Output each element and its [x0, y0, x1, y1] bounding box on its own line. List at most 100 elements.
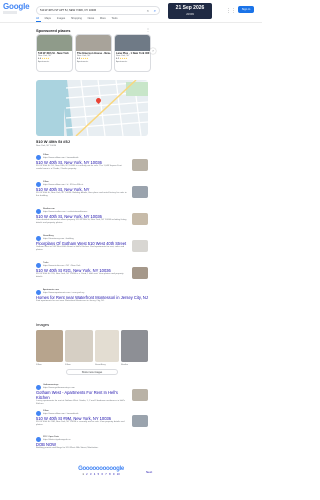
result-description: Luxury apartments for rent at Gotham Wes… [36, 400, 126, 405]
sponsored-card[interactable]: Lane Plus - 1 New York 400 New York, NY … [114, 34, 151, 72]
sponsored-card[interactable]: 510 W 40th St - New York New York, NY 4.… [36, 34, 73, 72]
sponsored-card-image [37, 35, 72, 51]
search-bar[interactable]: 510 W 40TH ST APT 5J, NEW YORK, NY 10036… [36, 6, 160, 15]
image-result[interactable] [95, 330, 119, 362]
page-number[interactable]: 9 [113, 473, 114, 476]
site-favicon-icon [36, 384, 41, 390]
image-label: Zillow [36, 364, 42, 366]
next-label: Next [146, 470, 153, 474]
rating-value: 4.5 [77, 58, 81, 61]
star-icon: ★★★★ [80, 58, 89, 61]
sponsored-card-image [115, 35, 150, 51]
sponsored-card[interactable]: The Emerson House - New... New York, NY … [75, 34, 112, 72]
page-numbers: 1 2 3 4 5 6 7 8 9 10 [56, 473, 146, 477]
tab-tools[interactable]: Tools [112, 17, 118, 20]
search-result: Zillow https://www.zillow.com › homedetai… [36, 154, 148, 171]
result-thumbnail[interactable] [132, 159, 148, 171]
site-favicon-icon [36, 181, 41, 187]
tab-more[interactable]: More [100, 17, 106, 20]
star-icon: ★★★★ [119, 58, 128, 61]
tab-shopping[interactable]: Shopping [71, 17, 82, 20]
result-description: 510 W 40th St #5J, New York, NY 10036 is… [36, 165, 122, 170]
apps-icon[interactable]: ⋮⋮ [226, 8, 236, 14]
map-address-title: 510 W 40th St #5J [36, 139, 70, 144]
pagination: Goooooooooogle 1 2 3 4 5 6 7 8 9 10 [56, 466, 146, 482]
result-thumbnail[interactable] [132, 415, 148, 427]
tab-maps[interactable]: Maps [45, 17, 51, 20]
sponsored-card-badge: Apartments [77, 61, 89, 64]
page-number[interactable]: 7 [105, 473, 106, 476]
sign-in-button[interactable]: Sign in [238, 6, 254, 13]
tab-news[interactable]: News [88, 17, 95, 20]
result-description: Find apartments for rent near Waterfront… [36, 300, 105, 302]
logo-text: Google [3, 2, 30, 11]
image-label: StreetEasy [95, 364, 106, 366]
logo-underline [3, 11, 17, 14]
sign-in-label: Sign in [241, 7, 251, 11]
tab-images[interactable]: Images [57, 17, 66, 20]
result-thumbnail[interactable] [132, 240, 148, 252]
site-favicon-icon [36, 262, 41, 268]
carousel-next-icon[interactable]: › [150, 48, 156, 54]
result-description: Building permits and filings for 510 Wes… [36, 447, 99, 449]
result-thumbnail[interactable] [132, 186, 148, 198]
images-heading: Images [36, 322, 50, 327]
page-number[interactable]: 4 [94, 473, 95, 476]
rating-value: 4.4 [38, 58, 42, 61]
header-divider [0, 22, 262, 23]
search-input[interactable]: 510 W 40TH ST APT 5J, NEW YORK, NY 10036 [40, 9, 96, 12]
page-number[interactable]: 10 [117, 473, 120, 476]
search-result: Zillow https://www.zillow.com › b › 510-w… [36, 181, 148, 198]
map-graphic [36, 80, 148, 136]
show-more-images-button[interactable]: Show more images [66, 369, 118, 375]
search-result: NYC Open Data https://data.cityofnewyork.… [36, 436, 148, 450]
site-favicon-icon [36, 208, 41, 214]
google-logo[interactable]: Google [3, 3, 31, 11]
page-number[interactable]: 8 [109, 473, 110, 476]
search-result: Gothamwestnyc https://www.gothamwestnyc.c… [36, 384, 148, 406]
sponsored-card-badge: Apartments [116, 61, 128, 64]
time-text: 23:09 [186, 12, 194, 16]
site-favicon-icon [36, 235, 41, 241]
search-result: StreetEasy https://streeteasy.com › build… [36, 235, 148, 252]
close-icon[interactable]: × [147, 8, 149, 13]
pagination-logo: Goooooooooogle [78, 466, 124, 472]
search-result: Apartments.com https://www.apartments.com… [36, 289, 148, 303]
more-options-icon[interactable]: ⋮ [146, 27, 150, 32]
date-text: 21 Sep 2026 [175, 5, 205, 11]
search-icon[interactable]: ⌕ [154, 8, 156, 13]
sponsored-card-image [76, 35, 111, 51]
map[interactable] [36, 80, 148, 136]
page-number[interactable]: 1 [82, 473, 83, 476]
next-page-link[interactable]: Next [146, 470, 152, 474]
result-description: 510 W 40th St #9M, New York, NY 10036 is… [36, 421, 125, 426]
result-description: 510 W 40th St, New York, NY 10036. Build… [36, 192, 127, 197]
search-result: Trulia https://www.trulia.com › NY › New … [36, 262, 148, 279]
page-number[interactable]: 6 [101, 473, 102, 476]
site-favicon-icon [36, 410, 41, 416]
rating-value: 4.2 [116, 58, 120, 61]
result-description: Gotham West at 510 West 40th Street in H… [36, 246, 125, 251]
image-result[interactable] [36, 330, 63, 362]
search-result: Realtor.com https://www.realtor.com › rea… [36, 208, 148, 225]
search-result: Zillow https://www.zillow.com › homedetai… [36, 410, 148, 427]
tab-all[interactable]: All [36, 17, 39, 20]
image-label: Zillow [65, 364, 71, 366]
page-number[interactable]: 3 [90, 473, 91, 476]
result-description: 510 W 40th St #2G, New York, NY 10036 is… [36, 273, 124, 278]
site-favicon-icon [36, 436, 41, 442]
star-icon: ★★★★ [41, 58, 50, 61]
image-result[interactable] [65, 330, 93, 362]
result-thumbnail[interactable] [132, 267, 148, 279]
image-label: Realtor [121, 364, 129, 366]
datetime-box: 21 Sep 2026 23:09 [168, 3, 212, 19]
sponsored-heading: Sponsored places [36, 28, 71, 33]
result-title[interactable]: Gotham West - Apartments For Rent In Hel… [36, 390, 128, 400]
site-favicon-icon [36, 289, 41, 295]
page-number[interactable]: 5 [98, 473, 99, 476]
map-address-sub: New York, NY 10036 [36, 145, 57, 147]
image-result[interactable] [121, 330, 148, 362]
result-thumbnail[interactable] [132, 389, 148, 401]
result-thumbnail[interactable] [132, 213, 148, 225]
page-number[interactable]: 2 [86, 473, 87, 476]
